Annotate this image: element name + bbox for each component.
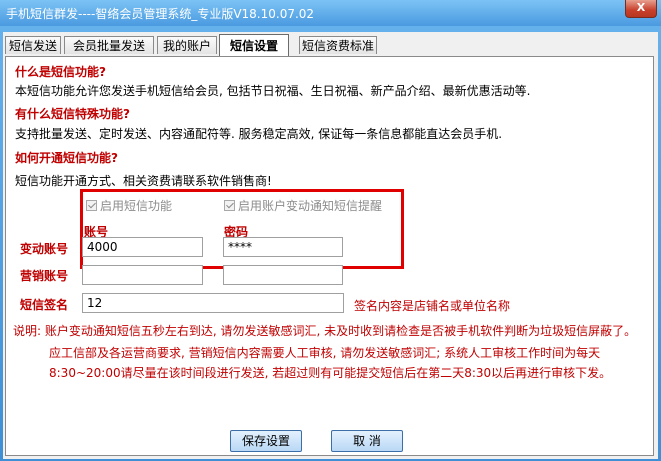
faq-question-2: 有什么短信特殊功能? bbox=[15, 107, 130, 121]
faq-question-3: 如何开通短信功能? bbox=[15, 151, 118, 165]
note-line-1: 说明: 账户变动通知短信五秒左右到达, 请勿发送敏感词汇, 未及时收到请检查是否… bbox=[13, 324, 637, 338]
tab-sms-fees[interactable]: 短信资费标准 bbox=[299, 36, 377, 54]
note-line-3: 8:30~20:00请尽量在该时间段进行发送, 若超过则有可能提交短信后在第二天… bbox=[49, 366, 612, 380]
faq-answer-3: 短信功能开通方式、相关资费请联系软件销售商! bbox=[15, 174, 272, 188]
cancel-button[interactable]: 取 消 bbox=[331, 430, 403, 452]
title-bar[interactable]: 手机短信群发----智络会员管理系统_专业版V18.10.07.02 X bbox=[0, 0, 661, 26]
signature-input[interactable]: 12 bbox=[82, 293, 344, 313]
window-title: 手机短信群发----智络会员管理系统_专业版V18.10.07.02 bbox=[6, 7, 315, 21]
close-button[interactable]: X bbox=[625, 0, 657, 18]
tab-member-batch-send[interactable]: 会员批量发送 bbox=[64, 36, 154, 54]
enable-notify-label: 启用账户变动通知短信提醒 bbox=[238, 199, 383, 213]
signature-label: 短信签名 bbox=[20, 298, 69, 312]
enable-sms-checkbox[interactable] bbox=[86, 200, 97, 211]
app-window: 手机短信群发----智络会员管理系统_专业版V18.10.07.02 X 短信发… bbox=[0, 0, 661, 461]
close-icon: X bbox=[636, 1, 646, 14]
signature-hint: 签名内容是店铺名或单位名称 bbox=[354, 299, 511, 313]
tab-my-account[interactable]: 我的账户 bbox=[157, 36, 217, 54]
faq-answer-1: 本短信功能允许您发送手机短信给会员, 包括节日祝福、生日祝福、新产品介绍、最新优… bbox=[15, 84, 531, 98]
enable-sms-label: 启用短信功能 bbox=[100, 199, 173, 213]
tab-sms-send[interactable]: 短信发送 bbox=[5, 36, 61, 54]
change-account-input[interactable]: 4000 bbox=[82, 237, 203, 257]
save-settings-button[interactable]: 保存设置 bbox=[230, 430, 302, 452]
tab-sms-settings[interactable]: 短信设置 bbox=[219, 34, 289, 56]
faq-question-1: 什么是短信功能? bbox=[15, 65, 106, 79]
settings-panel: 什么是短信功能? 本短信功能允许您发送手机短信给会员, 包括节日祝福、生日祝福、… bbox=[5, 56, 654, 456]
change-account-label: 变动账号 bbox=[20, 242, 69, 256]
change-password-input[interactable]: **** bbox=[223, 237, 343, 257]
marketing-password-input[interactable] bbox=[223, 265, 343, 285]
enable-notify-checkbox[interactable] bbox=[224, 200, 235, 211]
marketing-account-input[interactable] bbox=[82, 265, 203, 285]
note-line-2: 应工信部及各运营商要求, 营销短信内容需要人工审核, 请勿发送敏感词汇; 系统人… bbox=[49, 346, 601, 360]
marketing-account-label: 营销账号 bbox=[20, 269, 69, 283]
faq-answer-2: 支持批量发送、定时发送、内容通配符等. 服务稳定高效, 保证每一条信息都能直达会… bbox=[15, 127, 503, 141]
